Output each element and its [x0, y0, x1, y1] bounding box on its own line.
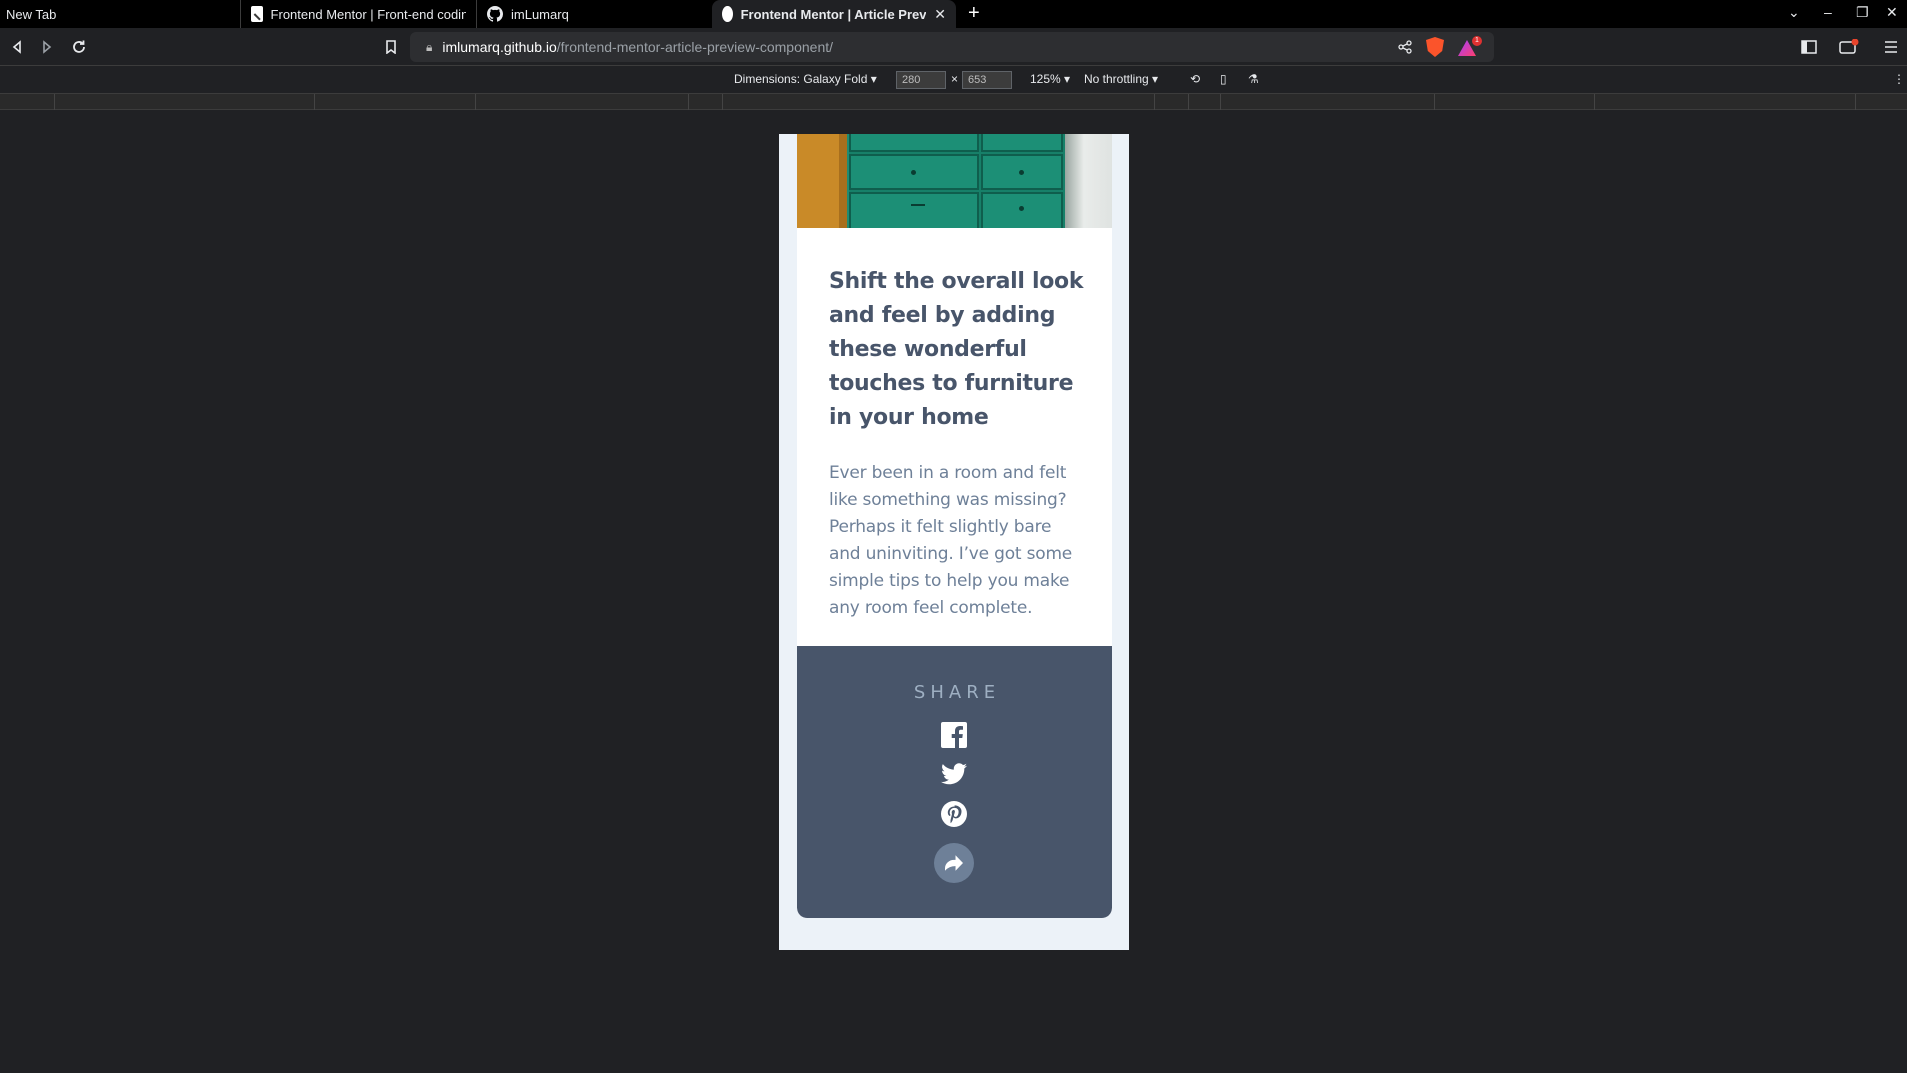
more-options-icon[interactable]: ⋮ [1893, 72, 1905, 86]
device-viewport: Shift the overall look and feel by addin… [779, 134, 1129, 950]
restore-icon[interactable]: ❐ [1856, 4, 1869, 21]
throttling-dropdown[interactable]: No throttling ▾ [1084, 72, 1158, 86]
forward-icon[interactable] [34, 34, 60, 60]
url-host: imlumarq.github.io [442, 39, 557, 55]
frontend-mentor-favicon-icon [251, 6, 263, 22]
share-button[interactable] [934, 843, 974, 883]
tab-list-chevron-icon[interactable]: ⌄ [1788, 4, 1800, 21]
throttling-value: No throttling [1084, 72, 1149, 86]
facebook-icon[interactable] [939, 720, 969, 750]
menu-icon[interactable] [1878, 34, 1904, 60]
article-card: Shift the overall look and feel by addin… [797, 134, 1112, 918]
sensors-icon[interactable]: ⚗ [1248, 72, 1259, 86]
brave-shields-icon[interactable] [1426, 37, 1444, 57]
tab-article-preview[interactable]: Frontend Mentor | Article Preview compon… [712, 0, 956, 28]
device-dimensions-dropdown[interactable]: Dimensions: Galaxy Fold ▾ [734, 72, 877, 86]
tab-github[interactable]: imLumarq [476, 0, 712, 28]
image-wall [1065, 134, 1112, 228]
image-dresser [849, 134, 1065, 228]
zoom-dropdown[interactable]: 125% ▾ [1030, 72, 1070, 86]
tab-label: Frontend Mentor | Article Preview compon… [740, 6, 927, 22]
frontend-mentor-favicon-icon [722, 6, 733, 22]
article-description: Ever been in a room and felt like someth… [829, 463, 1073, 618]
media-query-ruler [0, 94, 1907, 110]
reload-icon[interactable] [66, 34, 92, 60]
tab-new-tab[interactable]: New Tab [0, 0, 240, 28]
times-icon: × [951, 72, 959, 86]
tab-strip: New Tab Frontend Mentor | Front-end codi… [0, 0, 1907, 28]
image-chair-detail [797, 134, 847, 228]
tab-label: imLumarq [511, 6, 569, 22]
lock-icon: 🔒︎ [426, 39, 433, 54]
share-page-icon[interactable] [1398, 40, 1412, 54]
zoom-value: 125% [1030, 72, 1061, 86]
share-arrow-icon [945, 855, 963, 871]
address-bar[interactable]: 🔒︎ imlumarq.github.io/frontend-mentor-ar… [410, 32, 1494, 62]
sidebar-toggle-icon[interactable] [1796, 34, 1822, 60]
rotate-icon[interactable]: ⟲ [1190, 72, 1200, 86]
article-title: Shift the overall look and feel by addin… [829, 269, 1084, 430]
github-icon [487, 6, 503, 22]
close-window-icon[interactable]: ✕ [1886, 4, 1898, 21]
dimensions-label: Dimensions: Galaxy Fold [734, 72, 868, 86]
twitter-icon[interactable] [939, 759, 969, 789]
bookmark-icon[interactable] [378, 34, 404, 60]
wallet-icon[interactable] [1836, 34, 1862, 60]
tab-label: New Tab [6, 6, 57, 22]
viewport-width-input[interactable] [896, 71, 946, 89]
tab-frontend-mentor[interactable]: Frontend Mentor | Front-end coding chall… [240, 0, 476, 28]
tab-label: Frontend Mentor | Front-end coding chall… [270, 6, 466, 22]
share-label: SHARE [913, 682, 1001, 703]
dual-screen-icon[interactable]: ▯ [1220, 72, 1227, 86]
pinterest-icon[interactable] [939, 799, 969, 829]
viewport-height-input[interactable] [962, 71, 1012, 89]
brave-rewards-icon[interactable] [1458, 36, 1482, 56]
share-panel: SHARE [797, 646, 1112, 918]
browser-toolbar: 🔒︎ imlumarq.github.io/frontend-mentor-ar… [0, 28, 1907, 66]
minimize-icon[interactable]: – [1824, 4, 1832, 20]
url-path: /frontend-mentor-article-preview-compone… [556, 39, 834, 55]
device-toolbar: Dimensions: Galaxy Fold ▾ × 125% ▾ No th… [0, 66, 1907, 94]
close-tab-icon[interactable]: ✕ [934, 6, 946, 23]
new-tab-plus-icon[interactable]: + [968, 2, 980, 25]
drawers-image [797, 134, 1112, 228]
back-icon[interactable] [4, 34, 30, 60]
